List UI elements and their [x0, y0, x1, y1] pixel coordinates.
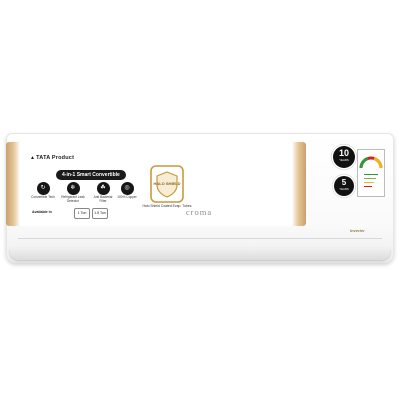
feature-item: ❄ Refrigerant Leak Detector — [60, 182, 86, 204]
warranty-5-year-badge: 5 YEARS — [334, 176, 354, 196]
energy-rating-label — [357, 149, 385, 197]
feature-caption: Convertible Tech — [31, 195, 55, 199]
feature-caption: Refrigerant Leak Detector — [61, 195, 85, 203]
copper-icon: ◎ — [120, 182, 134, 195]
feature-caption: 100% Copper — [117, 195, 137, 199]
refrigerant-icon: ❄ — [66, 182, 80, 195]
warranty-10-year-badge: 10 YEARS — [333, 146, 355, 168]
filter-icon: ☘ — [96, 182, 110, 195]
halo-shield-icon: HALO SHIELD — [150, 165, 184, 203]
tata-logo-icon: ▲ — [30, 155, 36, 161]
label-stripe — [364, 182, 374, 184]
feature-caption: Anti Bacterial Filter — [93, 195, 113, 203]
label-stripe — [364, 186, 372, 188]
convertible-icon: ↻ — [36, 182, 50, 195]
shield-title: HALO SHIELD — [153, 181, 180, 186]
feature-item: ◎ 100% Copper — [114, 182, 140, 200]
tonnage-chip: 1.5 Ton — [92, 208, 108, 219]
label-stripe — [364, 174, 378, 176]
star-rating-arc-icon — [359, 156, 383, 169]
croma-logo: croma — [185, 207, 213, 217]
inverter-mark: Inverter — [350, 228, 365, 233]
feature-item: ☘ Anti Bacterial Filter — [90, 182, 116, 204]
tata-product-tag: ▲TATA Product — [30, 155, 75, 161]
label-stripe — [364, 178, 376, 180]
ac-vent-line — [18, 238, 382, 239]
smart-convertible-pill: 4-in-1 Smart Convertible — [56, 170, 126, 180]
feature-item: ↻ Convertible Tech — [30, 182, 56, 200]
tonnage-chip: 1 Ton — [74, 208, 90, 219]
ac-louver — [10, 248, 390, 260]
product-image: ▲TATA Product 4-in-1 Smart Convertible ↻… — [0, 0, 400, 400]
available-in-label: Available in — [32, 210, 52, 214]
